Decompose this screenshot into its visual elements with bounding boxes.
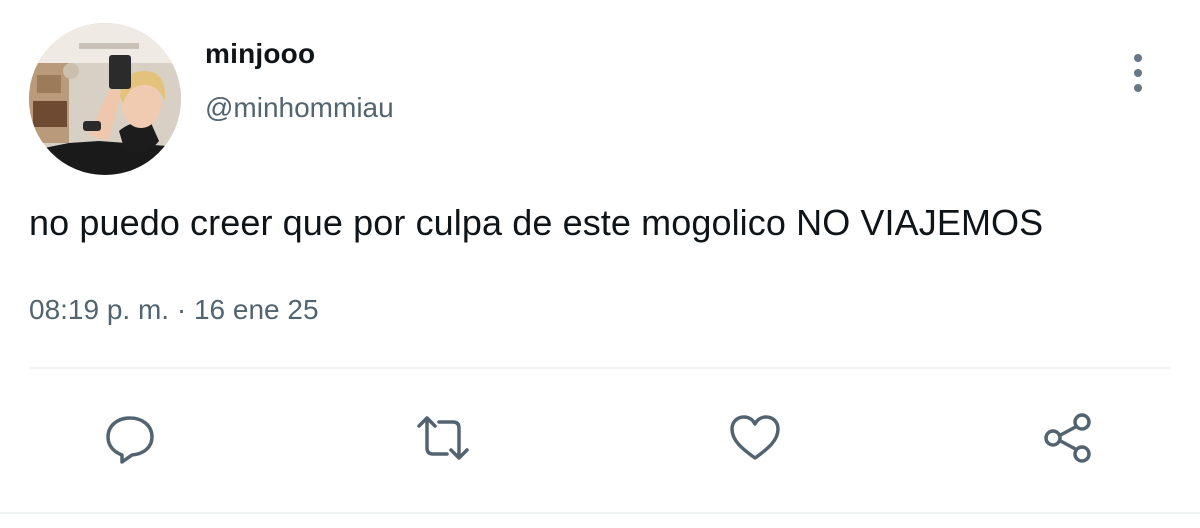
username-handle[interactable]: @minhommiau bbox=[205, 92, 394, 124]
more-options-button[interactable] bbox=[1118, 50, 1158, 96]
share-icon bbox=[1044, 413, 1091, 463]
retweet-button[interactable] bbox=[413, 408, 473, 468]
like-button[interactable] bbox=[725, 408, 785, 468]
avatar[interactable] bbox=[29, 23, 181, 175]
more-vertical-icon bbox=[1134, 69, 1142, 77]
retweet-icon bbox=[417, 416, 469, 460]
reply-button[interactable] bbox=[100, 408, 160, 468]
bottom-divider bbox=[0, 512, 1200, 514]
more-vertical-icon bbox=[1134, 54, 1142, 62]
reply-icon bbox=[106, 416, 154, 464]
heart-icon bbox=[730, 415, 780, 460]
avatar-photo bbox=[29, 23, 181, 175]
divider bbox=[29, 367, 1171, 369]
share-button[interactable] bbox=[1038, 408, 1098, 468]
more-vertical-icon bbox=[1134, 84, 1142, 92]
tweet-text: no puedo creer que por culpa de este mog… bbox=[29, 202, 1044, 243]
display-name[interactable]: minjooo bbox=[205, 38, 315, 70]
tweet-timestamp[interactable]: 08:19 p. m. · 16 ene 25 bbox=[29, 294, 319, 326]
